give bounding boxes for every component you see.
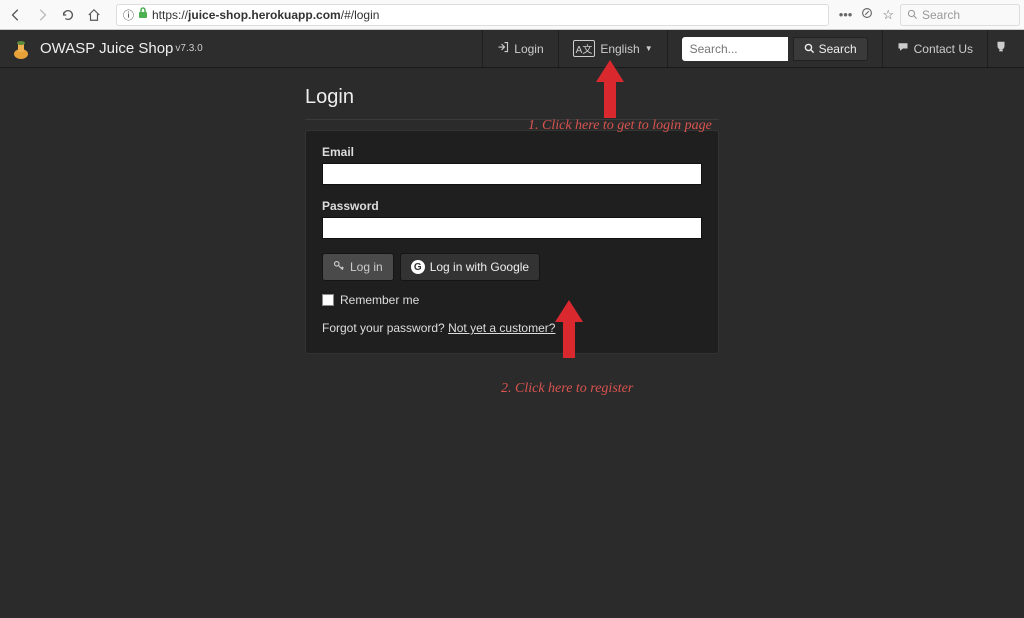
nav-trophy-link[interactable] bbox=[987, 30, 1014, 68]
info-icon: ⓘ bbox=[123, 7, 134, 23]
login-container: Login Email Password Log in G Log in wit… bbox=[305, 82, 719, 354]
more-icon[interactable]: ••• bbox=[839, 7, 853, 22]
nav-login-label: Login bbox=[514, 42, 543, 56]
login-button[interactable]: Log in bbox=[322, 253, 394, 281]
nav-search-button[interactable]: Search bbox=[793, 37, 868, 61]
app-navbar: OWASP Juice Shop v7.3.0 Login A文 English… bbox=[0, 30, 1024, 68]
login-heading: Login bbox=[305, 82, 719, 120]
register-link[interactable]: Not yet a customer? bbox=[448, 321, 555, 335]
annotation-text-2: 2. Click here to register bbox=[501, 381, 633, 397]
reload-button[interactable] bbox=[56, 3, 80, 27]
login-button-row: Log in G Log in with Google bbox=[322, 253, 702, 281]
nav-language-link[interactable]: A文 English ▼ bbox=[558, 30, 667, 68]
nav-search-btn-label: Search bbox=[819, 42, 857, 56]
app-title[interactable]: OWASP Juice Shop bbox=[40, 40, 173, 57]
url-bar[interactable]: ⓘ https://juice-shop.herokuapp.com/#/log… bbox=[116, 4, 829, 26]
reader-icon[interactable] bbox=[860, 6, 874, 23]
login-icon bbox=[497, 41, 509, 56]
main-content: Login Email Password Log in G Log in wit… bbox=[0, 68, 1024, 368]
login-button-label: Log in bbox=[350, 260, 383, 274]
email-label: Email bbox=[322, 145, 702, 159]
password-field[interactable] bbox=[322, 217, 702, 239]
chevron-down-icon: ▼ bbox=[645, 44, 653, 53]
remember-label: Remember me bbox=[340, 293, 419, 307]
comment-icon bbox=[897, 41, 909, 56]
app-logo[interactable] bbox=[10, 38, 32, 60]
nav-language-label: English bbox=[600, 42, 639, 56]
google-login-button[interactable]: G Log in with Google bbox=[400, 253, 540, 281]
password-label: Password bbox=[322, 199, 702, 213]
browser-search-box[interactable]: Search bbox=[900, 4, 1020, 26]
nav-search-group: Search bbox=[667, 30, 882, 68]
search-icon bbox=[804, 43, 815, 54]
url-text: https://juice-shop.herokuapp.com/#/login bbox=[152, 8, 822, 22]
forgot-row: Forgot your password? Not yet a customer… bbox=[322, 321, 702, 335]
browser-page-actions: ••• ☆ bbox=[839, 6, 898, 23]
nav-search-input[interactable] bbox=[682, 37, 788, 61]
home-button[interactable] bbox=[82, 3, 106, 27]
login-panel: Email Password Log in G Log in with Goog… bbox=[305, 130, 719, 354]
nav-login-link[interactable]: Login bbox=[482, 30, 557, 68]
language-icon: A文 bbox=[573, 40, 596, 57]
lock-icon bbox=[138, 7, 148, 22]
forgot-text: Forgot your password? bbox=[322, 321, 448, 335]
key-icon bbox=[333, 260, 345, 275]
nav-contact-label: Contact Us bbox=[914, 42, 973, 56]
bookmark-icon[interactable]: ☆ bbox=[882, 7, 894, 23]
trophy-icon bbox=[994, 40, 1008, 57]
forward-button[interactable] bbox=[30, 3, 54, 27]
google-button-label: Log in with Google bbox=[430, 260, 529, 274]
app-version: v7.3.0 bbox=[175, 43, 202, 54]
nav-contact-link[interactable]: Contact Us bbox=[882, 30, 987, 68]
back-button[interactable] bbox=[4, 3, 28, 27]
browser-toolbar: ⓘ https://juice-shop.herokuapp.com/#/log… bbox=[0, 0, 1024, 30]
remember-row[interactable]: Remember me bbox=[322, 293, 702, 307]
email-field[interactable] bbox=[322, 163, 702, 185]
google-icon: G bbox=[411, 260, 425, 274]
browser-search-placeholder: Search bbox=[922, 8, 960, 22]
remember-checkbox[interactable] bbox=[322, 294, 334, 306]
